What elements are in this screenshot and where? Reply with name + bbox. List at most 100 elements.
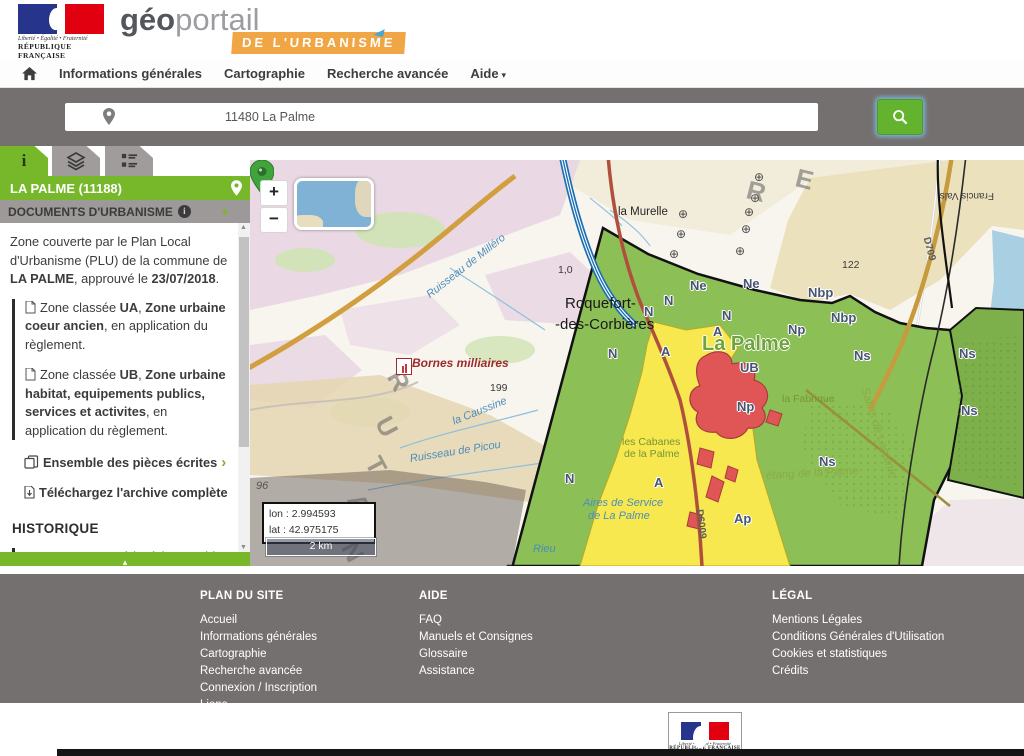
section-title: DOCUMENTS D'URBANISME — [8, 205, 173, 219]
text-segment: Zone classée — [40, 300, 120, 315]
commune-pin-icon[interactable] — [231, 180, 242, 196]
map-label: Ns — [961, 403, 978, 418]
map-label: Nbp — [808, 285, 833, 300]
footer-link-cookies-et-statistiques[interactable]: Cookies et statistiques — [772, 646, 1024, 663]
map-label: -des-Corbières — [555, 316, 654, 333]
map-label: ⊕ — [735, 244, 745, 258]
map-label: la Caussine — [451, 395, 509, 428]
map-label: UB — [740, 360, 759, 375]
footer-link-glossaire[interactable]: Glossaire — [419, 646, 772, 663]
map-canvas[interactable]: NeNeNNNNNAAAApNpNpNbpNbpNsNsNsNsUBRoquef… — [250, 160, 1024, 566]
map-label: Francis Vals — [940, 190, 994, 201]
panel-content: Zone couverte par le Plan Local d'Urbani… — [0, 223, 238, 552]
info-icon: i — [22, 151, 27, 171]
nav-item-recherche-avanc-e[interactable]: Recherche avancée — [327, 66, 448, 81]
scroll-down-icon[interactable]: ▼ — [240, 544, 247, 551]
link-pieces-ecrites[interactable]: Ensemble des pièces écrites› — [24, 452, 232, 474]
zoom-in-button[interactable]: + — [260, 180, 288, 206]
home-button[interactable] — [22, 67, 37, 81]
map-label: Np — [737, 399, 754, 414]
commune-header: LA PALME (11188) — [0, 176, 250, 200]
search-input[interactable] — [65, 103, 818, 131]
scrollbar-thumb[interactable] — [239, 237, 249, 447]
panel-collapse-bar[interactable]: ▴ — [0, 552, 250, 566]
footer-link-recherche-avanc-e[interactable]: Recherche avancée — [200, 663, 419, 680]
zone-ua-item[interactable]: Zone classée UA, Zone urbaine coeur anci… — [25, 299, 232, 355]
panel-scrollbar[interactable]: ▲ ▼ — [238, 223, 250, 552]
zoom-out-button[interactable]: − — [260, 207, 288, 233]
footer-link-conditions-g-n-rales-d-utilisation[interactable]: Conditions Générales d'Utilisation — [772, 629, 1024, 646]
search-icon — [892, 109, 908, 125]
map-label: Salins de Lapalme — [858, 386, 899, 480]
text-segment: Zone classée — [40, 367, 120, 382]
footer-col-title: AIDE — [419, 590, 772, 602]
text-segment: 23/07/2018 — [152, 271, 216, 286]
map-label: E — [792, 162, 816, 196]
footer-link-cr-dits[interactable]: Crédits — [772, 663, 1024, 680]
map-label: la Fabrique — [782, 393, 835, 405]
map-label: ⊕ — [754, 170, 764, 184]
footer-col-plan-du-site: PLAN DU SITEAccueilInformations générale… — [200, 574, 419, 703]
search-field — [65, 103, 818, 131]
search-band — [0, 88, 1024, 146]
marianne-flag-icon — [18, 4, 104, 34]
footer-link-informations-g-n-rales[interactable]: Informations générales — [200, 629, 419, 646]
overview-minimap[interactable] — [294, 178, 374, 230]
text-segment: . — [216, 271, 220, 286]
section-documents-urbanisme[interactable]: DOCUMENTS D'URBANISME i ▾ — [0, 200, 250, 223]
chevron-down-icon[interactable]: ▾ — [222, 205, 228, 219]
minimap-land — [355, 178, 374, 217]
footer: PLAN DU SITEAccueilInformations générale… — [0, 574, 1024, 703]
map-label: N — [722, 308, 731, 323]
site-logo[interactable]: géoportail DE L'URBANISME — [120, 2, 260, 38]
scroll-up-icon[interactable]: ▲ — [240, 224, 247, 231]
header: Liberté • Égalité • Fraternité RÉPUBLIQU… — [0, 0, 1024, 60]
document-icon — [25, 301, 36, 314]
footer-link-manuels-et-consignes[interactable]: Manuels et Consignes — [419, 629, 772, 646]
map-label: étang de la Palme — [766, 465, 859, 482]
map-label: ⊕ — [678, 207, 688, 221]
text-segment: LA PALME — [10, 271, 74, 286]
map-label: les Cabanes — [622, 436, 680, 448]
nav-item-informations-g-n-rales[interactable]: Informations générales — [59, 66, 202, 81]
republic-name: RÉPUBLIQUE FRANÇAISE — [18, 42, 114, 60]
map-label: Roquefort- — [565, 295, 636, 312]
text-segment: UB — [120, 367, 138, 382]
footer-link-cartographie[interactable]: Cartographie — [200, 646, 419, 663]
map-label: Ns — [854, 348, 871, 363]
footer-link-connexion-inscription[interactable]: Connexion / Inscription — [200, 680, 419, 697]
map-label: Rieu — [533, 543, 556, 555]
info-circle-icon[interactable]: i — [178, 205, 191, 218]
caret-down-icon: ▾ — [502, 70, 507, 80]
footer-link-accueil[interactable]: Accueil — [200, 612, 419, 629]
footer-link-assistance[interactable]: Assistance — [419, 663, 772, 680]
map-label: La Palme — [702, 333, 790, 356]
map-label: 1,0 — [558, 264, 573, 276]
french-republic-logo: Liberté • Égalité • Fraternité RÉPUBLIQU… — [18, 4, 114, 56]
text-segment: Zone couverte par le Plan Local d'Urbani… — [10, 234, 227, 268]
map-label: Bornes milliaires — [412, 356, 509, 370]
zone-ub-item[interactable]: Zone classée UB, Zone urbaine habitat, e… — [25, 366, 232, 440]
map-label: ⊕ — [741, 222, 751, 236]
longitude-value: lon : 2.994593 — [269, 507, 369, 523]
zones-block: Zone classée UA, Zone urbaine coeur anci… — [12, 299, 232, 441]
footer-link-mentions-l-gales[interactable]: Mentions Légales — [772, 612, 1024, 629]
tab-info[interactable]: i — [0, 146, 48, 176]
tab-layers[interactable] — [52, 146, 100, 176]
search-button[interactable] — [877, 99, 923, 135]
footer-link-faq[interactable]: FAQ — [419, 612, 772, 629]
map-label: N — [608, 346, 617, 361]
map-label: A — [654, 475, 663, 490]
link-archive[interactable]: Téléchargez l'archive complète — [24, 484, 232, 503]
download-doc-icon — [24, 486, 35, 499]
text-segment: , approuvé le — [74, 271, 152, 286]
chevron-right-icon: › — [221, 454, 226, 471]
map-label: N — [664, 293, 673, 308]
map-label: Ap — [734, 511, 751, 526]
nav-item-aide[interactable]: Aide▾ — [470, 66, 506, 81]
tab-legend[interactable] — [105, 146, 153, 176]
commune-name: LA PALME (11188) — [10, 181, 122, 196]
nav-item-cartographie[interactable]: Cartographie — [224, 66, 305, 81]
map-label: T — [358, 451, 393, 480]
map-label: U — [368, 411, 404, 442]
